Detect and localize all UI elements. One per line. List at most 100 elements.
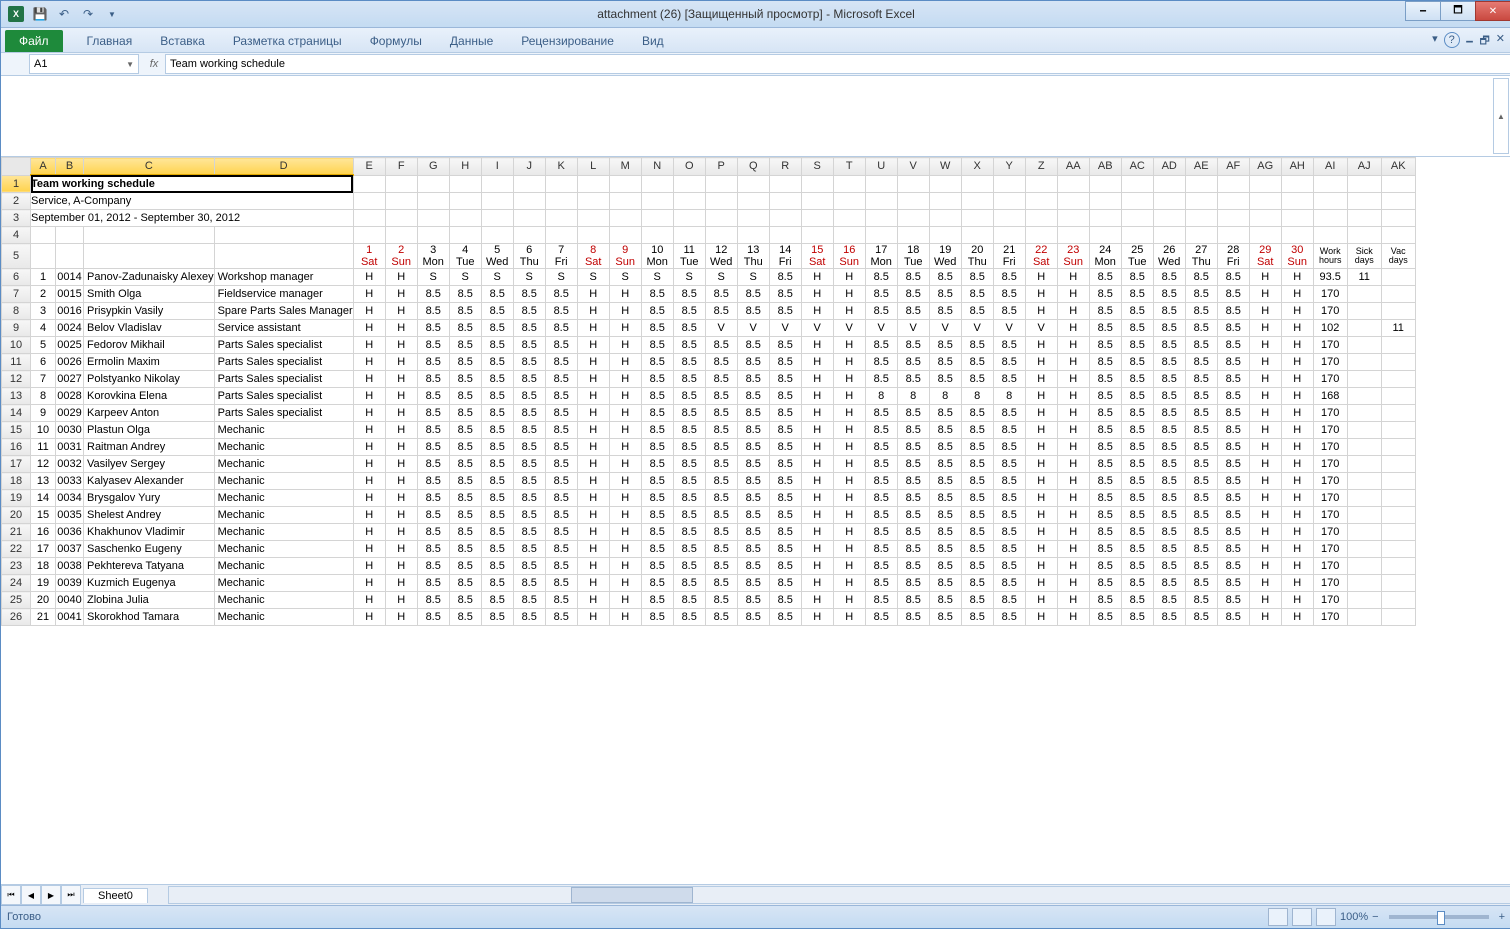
- column-header[interactable]: L: [577, 158, 609, 176]
- day-cell[interactable]: 8.5: [1217, 524, 1249, 541]
- day-header-cell[interactable]: 24Mon: [1089, 244, 1121, 269]
- totals-header-cell[interactable]: Vacdays: [1381, 244, 1415, 269]
- day-cell[interactable]: 8.5: [1089, 354, 1121, 371]
- day-cell[interactable]: 8.5: [961, 337, 993, 354]
- day-cell[interactable]: 8.5: [673, 371, 705, 388]
- day-cell[interactable]: 8.5: [705, 558, 737, 575]
- day-cell[interactable]: 8.5: [641, 405, 673, 422]
- day-cell[interactable]: 8.5: [545, 371, 577, 388]
- row-header[interactable]: 18: [2, 473, 31, 490]
- day-cell[interactable]: H: [801, 286, 833, 303]
- column-header[interactable]: W: [929, 158, 961, 176]
- cell[interactable]: [737, 193, 769, 210]
- cell[interactable]: [705, 175, 737, 193]
- day-cell[interactable]: 8.5: [1185, 541, 1217, 558]
- cell[interactable]: [481, 210, 513, 227]
- work-hours-cell[interactable]: 170: [1313, 354, 1347, 371]
- sick-days-cell[interactable]: [1347, 354, 1381, 371]
- day-cell[interactable]: H: [353, 320, 385, 337]
- day-cell[interactable]: 8.5: [769, 354, 801, 371]
- day-cell[interactable]: 8.5: [1185, 388, 1217, 405]
- employee-role-cell[interactable]: Service assistant: [214, 320, 353, 337]
- cell[interactable]: [449, 227, 481, 244]
- day-cell[interactable]: 8.5: [1185, 473, 1217, 490]
- day-cell[interactable]: 8.5: [1153, 575, 1185, 592]
- day-cell[interactable]: 8.5: [961, 507, 993, 524]
- cell[interactable]: [929, 193, 961, 210]
- row-header[interactable]: 22: [2, 541, 31, 558]
- day-cell[interactable]: 8.5: [865, 354, 897, 371]
- employee-name-cell[interactable]: Polstyanko Nikolay: [84, 371, 215, 388]
- day-cell[interactable]: 8.5: [1217, 337, 1249, 354]
- cell[interactable]: [641, 210, 673, 227]
- cell[interactable]: [481, 193, 513, 210]
- day-cell[interactable]: 8.5: [961, 473, 993, 490]
- day-cell[interactable]: 8.5: [449, 405, 481, 422]
- day-cell[interactable]: 8.5: [481, 524, 513, 541]
- minimize-button[interactable]: 🗕: [1405, 1, 1441, 21]
- day-cell[interactable]: H: [577, 524, 609, 541]
- cell[interactable]: [577, 193, 609, 210]
- day-header-cell[interactable]: 21Fri: [993, 244, 1025, 269]
- day-cell[interactable]: 8.5: [993, 303, 1025, 320]
- day-cell[interactable]: 8.5: [1185, 507, 1217, 524]
- day-cell[interactable]: 8.5: [673, 575, 705, 592]
- day-cell[interactable]: 8.5: [961, 456, 993, 473]
- cell[interactable]: 0027: [56, 371, 84, 388]
- row-header[interactable]: 5: [2, 244, 31, 269]
- day-cell[interactable]: H: [1249, 337, 1281, 354]
- vac-days-cell[interactable]: [1381, 592, 1415, 609]
- day-cell[interactable]: 8.5: [737, 371, 769, 388]
- day-cell[interactable]: 8.5: [1089, 609, 1121, 626]
- day-cell[interactable]: 8.5: [545, 507, 577, 524]
- scrollbar-thumb[interactable]: [571, 887, 693, 903]
- day-cell[interactable]: H: [577, 507, 609, 524]
- ribbon-tab[interactable]: Рецензирование: [507, 30, 628, 52]
- day-cell[interactable]: 8.5: [705, 592, 737, 609]
- cell[interactable]: [385, 193, 417, 210]
- cell[interactable]: [545, 175, 577, 193]
- day-cell[interactable]: 8.5: [545, 558, 577, 575]
- day-cell[interactable]: H: [385, 541, 417, 558]
- work-hours-cell[interactable]: 102: [1313, 320, 1347, 337]
- cell[interactable]: [1313, 210, 1347, 227]
- cell[interactable]: 0030: [56, 422, 84, 439]
- day-cell[interactable]: 8.5: [1121, 439, 1153, 456]
- vac-days-cell[interactable]: [1381, 286, 1415, 303]
- cell[interactable]: 13: [31, 473, 56, 490]
- day-cell[interactable]: 8.5: [993, 439, 1025, 456]
- day-cell[interactable]: 8.5: [545, 286, 577, 303]
- cell[interactable]: [1121, 193, 1153, 210]
- day-cell[interactable]: 8.5: [673, 303, 705, 320]
- day-cell[interactable]: 8.5: [929, 558, 961, 575]
- day-cell[interactable]: H: [609, 473, 641, 490]
- day-cell[interactable]: H: [577, 388, 609, 405]
- day-cell[interactable]: 8.5: [769, 371, 801, 388]
- day-cell[interactable]: H: [1025, 575, 1057, 592]
- workbook-close-icon[interactable]: ✕: [1496, 32, 1505, 51]
- day-cell[interactable]: H: [609, 541, 641, 558]
- day-cell[interactable]: H: [577, 473, 609, 490]
- day-cell[interactable]: H: [1025, 456, 1057, 473]
- day-cell[interactable]: H: [833, 337, 865, 354]
- day-cell[interactable]: 8.5: [481, 405, 513, 422]
- day-cell[interactable]: H: [609, 388, 641, 405]
- day-cell[interactable]: H: [1281, 490, 1313, 507]
- column-header[interactable]: T: [833, 158, 865, 176]
- day-cell[interactable]: 8.5: [641, 337, 673, 354]
- cell[interactable]: 7: [31, 371, 56, 388]
- employee-name-cell[interactable]: Ermolin Maxim: [84, 354, 215, 371]
- cell[interactable]: [1381, 210, 1415, 227]
- cell[interactable]: 0035: [56, 507, 84, 524]
- day-cell[interactable]: H: [1249, 490, 1281, 507]
- day-cell[interactable]: 8.5: [545, 405, 577, 422]
- cell[interactable]: [1153, 227, 1185, 244]
- day-cell[interactable]: 8.5: [545, 354, 577, 371]
- day-cell[interactable]: H: [609, 456, 641, 473]
- day-cell[interactable]: H: [801, 303, 833, 320]
- day-header-cell[interactable]: 12Wed: [705, 244, 737, 269]
- day-cell[interactable]: 8.5: [705, 388, 737, 405]
- day-cell[interactable]: H: [609, 439, 641, 456]
- day-cell[interactable]: H: [353, 371, 385, 388]
- day-cell[interactable]: 8.5: [961, 303, 993, 320]
